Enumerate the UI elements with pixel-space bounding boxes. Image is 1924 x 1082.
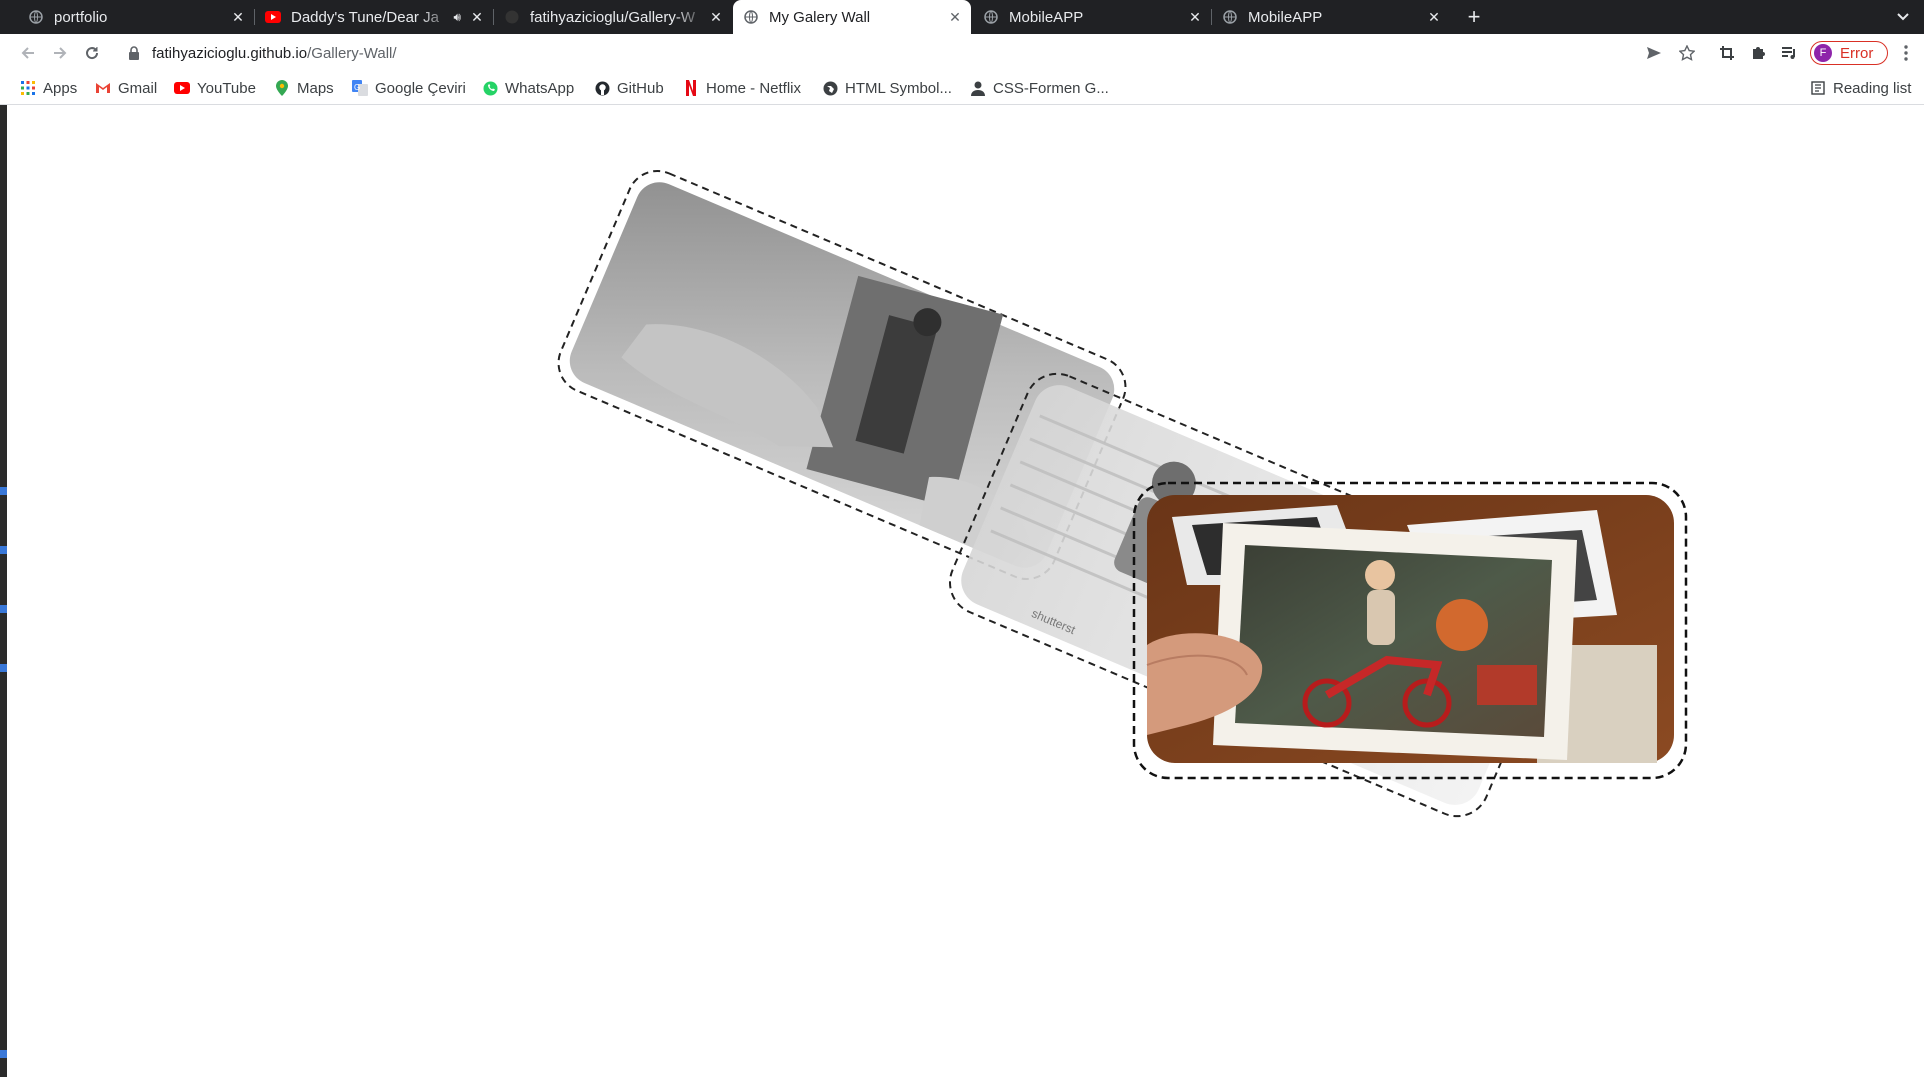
globe-icon [983, 9, 999, 25]
bookmark-html-symbol[interactable]: HTML Symbol... [822, 72, 952, 104]
bookmark-gmail[interactable]: Gmail [95, 72, 157, 104]
tab-title: My Galery Wall [769, 8, 871, 26]
gallery-canvas: shutterst [557, 170, 1688, 818]
bookmark-youtube[interactable]: YouTube [174, 72, 256, 104]
globe-icon [28, 9, 44, 25]
profile-status: Error [1840, 44, 1874, 62]
close-icon[interactable]: ✕ [228, 9, 248, 26]
apps-grid-icon [20, 80, 36, 96]
netflix-icon [683, 80, 699, 96]
tab-github[interactable]: fatihyazicioglu/Gallery-W ✕ [494, 0, 732, 34]
tab-title: Daddy's Tune/Dear Ja [291, 8, 439, 26]
tab-portfolio[interactable]: portfolio ✕ [18, 0, 255, 34]
reading-list-button[interactable]: Reading list [1810, 72, 1911, 104]
bookmark-css-formen[interactable]: CSS-Formen G... [970, 72, 1109, 104]
tab-title: MobileAPP [1248, 8, 1323, 26]
crop-icon[interactable] [1713, 34, 1741, 72]
tab-strip: portfolio ✕ Daddy's Tune/Dear Ja 🔊︎ ✕ fa… [0, 0, 1924, 34]
bookmark-apps[interactable]: Apps [20, 72, 77, 104]
new-tab-button[interactable]: + [1459, 0, 1489, 34]
bookmark-label: WhatsApp [505, 79, 575, 97]
address-bar[interactable]: fatihyazicioglu.github.io/Gallery-Wall/ [118, 38, 1638, 68]
youtube-icon [174, 80, 190, 96]
bookmark-google-ceviri[interactable]: G Google Çeviri [352, 72, 466, 104]
bookmark-github[interactable]: GitHub [594, 72, 664, 104]
bookmark-whatsapp[interactable]: WhatsApp [482, 72, 574, 104]
reading-list-icon [1810, 80, 1826, 96]
translate-icon: G [352, 80, 368, 96]
github-icon [504, 9, 520, 25]
url-path: /Gallery-Wall/ [307, 44, 397, 62]
extensions-puzzle-icon[interactable] [1744, 34, 1772, 72]
photo-boy-tricycle[interactable] [1132, 481, 1688, 780]
bookmark-star-icon[interactable] [1673, 34, 1701, 72]
close-icon[interactable]: ✕ [1185, 9, 1205, 26]
close-icon[interactable]: ✕ [945, 9, 965, 26]
whatsapp-icon [482, 80, 498, 96]
bookmark-label: Gmail [118, 79, 158, 97]
maps-pin-icon [274, 80, 290, 96]
gmail-icon [95, 80, 111, 96]
window-left-edge [0, 105, 7, 1077]
toolbar: fatihyazicioglu.github.io/Gallery-Wall/ [0, 34, 1924, 72]
bookmark-label: Google Çeviri [375, 79, 466, 97]
close-icon[interactable]: ✕ [1424, 9, 1444, 26]
bookmark-maps[interactable]: Maps [274, 72, 334, 104]
bookmark-label: GitHub [617, 79, 664, 97]
back-button[interactable] [14, 34, 42, 72]
tab-mobileapp-2[interactable]: MobileAPP ✕ [1212, 0, 1450, 34]
person-icon [970, 80, 986, 96]
forward-button[interactable] [46, 34, 74, 72]
reload-button[interactable] [78, 34, 106, 72]
tab-youtube[interactable]: Daddy's Tune/Dear Ja 🔊︎ ✕ [255, 0, 494, 34]
bookmark-label: CSS-Formen G... [993, 79, 1109, 97]
globe-icon [1222, 9, 1238, 25]
lock-icon[interactable] [128, 46, 140, 60]
youtube-icon [265, 9, 281, 25]
bookmark-label: YouTube [197, 79, 256, 97]
tab-title: fatihyazicioglu/Gallery-W [530, 8, 696, 26]
tab-mobileapp-1[interactable]: MobileAPP ✕ [973, 0, 1212, 34]
tab-my-galery-wall[interactable]: My Galery Wall ✕ [733, 0, 971, 34]
gallery-wall: shutterst [7, 105, 1924, 1077]
menu-kebab-icon[interactable] [1892, 34, 1920, 72]
close-icon[interactable]: ✕ [467, 9, 487, 26]
bookmarks-bar: Apps Gmail YouTube Maps G Google Çeviri … [0, 72, 1924, 105]
reading-list-label: Reading list [1833, 79, 1912, 97]
url-host: fatihyazicioglu.github.io [152, 44, 308, 62]
globe-icon [822, 80, 838, 96]
bookmark-label: Apps [43, 79, 78, 97]
github-icon [594, 80, 610, 96]
svg-text:G: G [354, 83, 360, 92]
send-icon[interactable] [1640, 34, 1668, 72]
tab-search-chevron-icon[interactable] [1896, 0, 1910, 34]
tab-title: portfolio [54, 8, 108, 26]
profile-button[interactable]: F Error [1810, 41, 1888, 65]
bookmark-netflix[interactable]: Home - Netflix [683, 72, 801, 104]
globe-icon [743, 9, 759, 25]
bookmark-label: Home - Netflix [706, 79, 802, 97]
tab-title: MobileAPP [1009, 8, 1084, 26]
close-icon[interactable]: ✕ [706, 9, 726, 26]
media-queue-icon[interactable] [1775, 34, 1803, 72]
bookmark-label: HTML Symbol... [845, 79, 952, 97]
speaker-icon[interactable]: 🔊︎ [453, 10, 461, 25]
bookmark-label: Maps [297, 79, 334, 97]
avatar: F [1814, 44, 1832, 62]
